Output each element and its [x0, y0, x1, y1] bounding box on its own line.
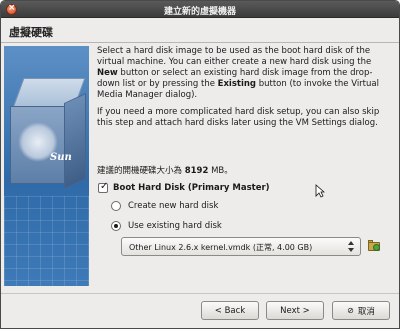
- boot-hard-disk-checkbox[interactable]: ✓: [98, 181, 109, 193]
- page-header: 虛擬硬碟: [1, 19, 399, 43]
- boot-hard-disk-checkbox-row[interactable]: ✓ Boot Hard Disk (Primary Master): [98, 181, 270, 193]
- description-paragraph-1: Select a hard disk image to be used as t…: [97, 46, 393, 101]
- footer-divider: [1, 293, 399, 294]
- radio-selected-dot: [114, 224, 118, 228]
- title-bar[interactable]: × 建立新的虛擬機器: [1, 1, 399, 18]
- checkmark-icon: ✓: [100, 181, 109, 192]
- recommend-prefix: 建議的開機硬碟大小為: [97, 166, 185, 176]
- window-title: 建立新的虛擬機器: [163, 7, 236, 17]
- arrow-down-icon: [348, 248, 354, 252]
- back-button[interactable]: < Back: [201, 301, 259, 320]
- wizard-side-image: Sun: [4, 46, 89, 286]
- new-keyword: New: [97, 68, 118, 78]
- dropdown-arrows-icon: [348, 241, 355, 253]
- existing-disk-dropdown[interactable]: Other Linux 2.6.x kernel.vmdk (正常, 4.00 …: [121, 237, 361, 256]
- existing-keyword: Existing: [217, 79, 257, 89]
- page-title: 虛擬硬碟: [9, 26, 53, 39]
- create-new-disk-label[interactable]: Create new hard disk: [128, 201, 218, 211]
- cancel-button[interactable]: ⊘ 取消: [332, 301, 390, 320]
- description-paragraph-2: If you need a more complicated hard disk…: [97, 107, 380, 128]
- use-existing-disk-label[interactable]: Use existing hard disk: [128, 221, 222, 231]
- create-new-disk-radio[interactable]: [111, 201, 121, 211]
- description-text: Select a hard disk image to be used as t…: [97, 46, 372, 67]
- next-button[interactable]: Next >: [266, 301, 324, 320]
- description-area: Select a hard disk image to be used as t…: [97, 46, 393, 135]
- arrow-up-icon: [348, 241, 354, 245]
- recommend-suffix: MB。: [208, 166, 233, 176]
- use-existing-disk-option[interactable]: Use existing hard disk: [111, 221, 222, 231]
- create-new-disk-option[interactable]: Create new hard disk: [111, 201, 218, 211]
- sun-logo: Sun: [50, 152, 72, 163]
- recommended-size-text: 建議的開機硬碟大小為 8192 MB。: [97, 164, 233, 176]
- selected-disk-value: Other Linux 2.6.x kernel.vmdk (正常, 4.00 …: [129, 243, 313, 252]
- cube-side-shape: [64, 92, 86, 190]
- use-existing-disk-radio[interactable]: [111, 221, 121, 231]
- header-divider: [1, 42, 399, 43]
- recommend-size-value: 8192: [184, 166, 209, 176]
- plus-badge-icon: [373, 244, 380, 251]
- wizard-window: × 建立新的虛擬機器 虛擬硬碟 Sun Select a hard disk i…: [0, 0, 400, 329]
- mouse-cursor-icon: [315, 184, 325, 198]
- side-grid-pattern: [4, 196, 89, 286]
- boot-hard-disk-label[interactable]: Boot Hard Disk (Primary Master): [113, 183, 270, 193]
- cancel-label: 取消: [357, 306, 375, 317]
- cancel-icon: ⊘: [347, 306, 354, 315]
- open-media-manager-button[interactable]: [367, 239, 382, 254]
